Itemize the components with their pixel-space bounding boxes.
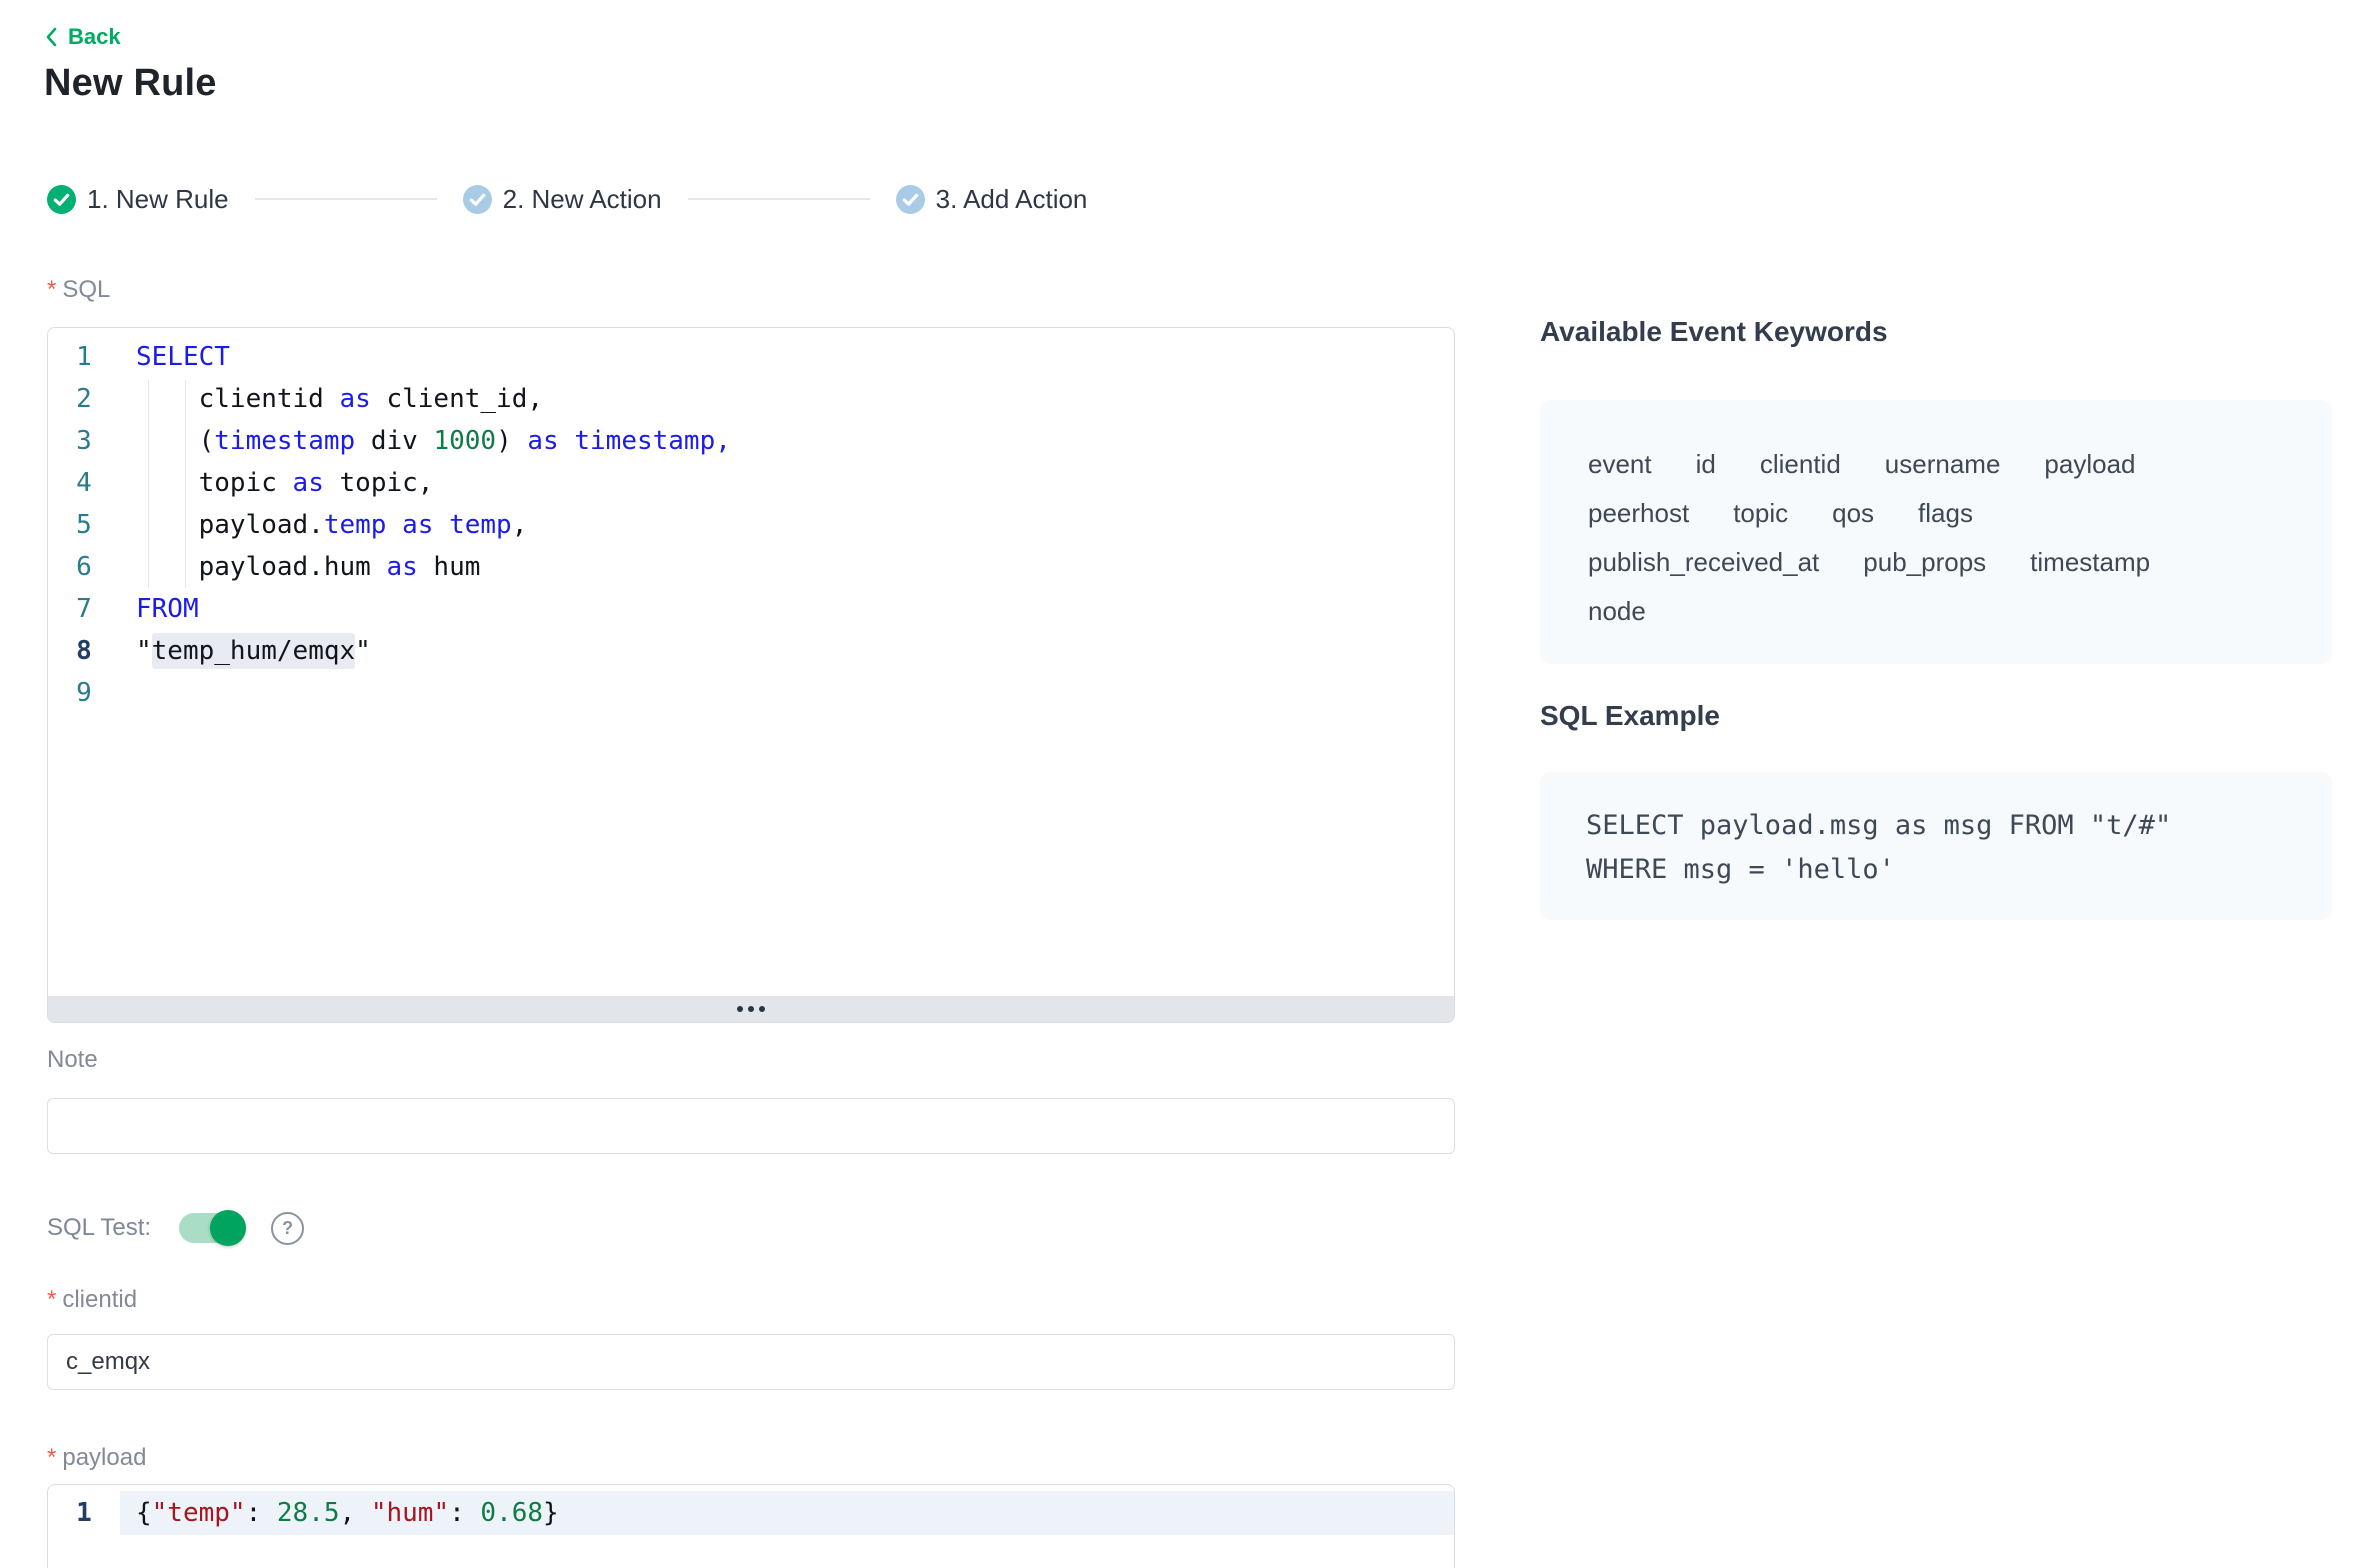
code-text: clientid as client_id,	[120, 378, 1454, 420]
steps-bar: 1. New Rule 2. New Action 3. Add Action	[47, 184, 1087, 214]
back-label: Back	[68, 24, 121, 50]
step-label: 3. Add Action	[936, 184, 1088, 215]
code-line[interactable]: 8"temp_hum/emqx"	[48, 630, 1454, 672]
code-line[interactable]: 5 payload.temp as temp,	[48, 504, 1454, 546]
line-number: 1	[48, 1491, 120, 1535]
page-title: New Rule	[44, 62, 217, 105]
event-keyword: username	[1885, 440, 2001, 489]
code-line[interactable]: 1{"temp": 28.5, "hum": 0.68}	[48, 1491, 1454, 1535]
code-line[interactable]: 3 (timestamp div 1000) as timestamp,	[48, 420, 1454, 462]
event-keyword: flags	[1918, 489, 1973, 538]
step-new-rule[interactable]: 1. New Rule	[47, 184, 229, 215]
back-button[interactable]: Back	[44, 24, 121, 50]
payload-code-editor[interactable]: 1{"temp": 28.5, "hum": 0.68}	[47, 1484, 1455, 1568]
code-text: payload.hum as hum	[120, 546, 1454, 588]
sql-field-label: *SQL	[47, 276, 110, 304]
code-line[interactable]: 4 topic as topic,	[48, 462, 1454, 504]
help-icon[interactable]: ?	[271, 1212, 304, 1245]
line-number: 2	[48, 378, 120, 420]
event-keyword: node	[1588, 587, 1646, 636]
indent-guide	[185, 380, 186, 588]
step-check-icon	[47, 185, 76, 214]
step-connector	[688, 198, 870, 200]
code-text: FROM	[120, 588, 1454, 630]
code-line[interactable]: 6 payload.hum as hum	[48, 546, 1454, 588]
sql-example-line: SELECT payload.msg as msg FROM "t/#"	[1586, 804, 2286, 848]
editor-resize-handle[interactable]	[48, 996, 1454, 1022]
sql-example-line: WHERE msg = 'hello'	[1586, 848, 2286, 892]
new-rule-page: Back New Rule 1. New Rule 2. New Action …	[0, 0, 2356, 1568]
line-number: 4	[48, 462, 120, 504]
code-line[interactable]: 9	[48, 672, 1454, 714]
back-chevron-icon	[44, 25, 59, 49]
event-keyword: id	[1696, 440, 1716, 489]
sql-code-lines[interactable]: 1SELECT2 clientid as client_id,3 (timest…	[48, 328, 1454, 996]
event-keyword: timestamp	[2030, 538, 2150, 587]
step-label: 1. New Rule	[87, 184, 229, 215]
code-line[interactable]: 7FROM	[48, 588, 1454, 630]
sql-test-label: SQL Test:	[47, 1214, 151, 1242]
required-asterisk: *	[47, 276, 56, 303]
line-number: 1	[48, 336, 120, 378]
event-keyword: qos	[1832, 489, 1874, 538]
clientid-field-label: *clientid	[47, 1286, 137, 1314]
step-add-action[interactable]: 3. Add Action	[896, 184, 1088, 215]
code-line[interactable]: 2 clientid as client_id,	[48, 378, 1454, 420]
step-new-action[interactable]: 2. New Action	[463, 184, 662, 215]
sql-example-title: SQL Example	[1540, 700, 1720, 732]
line-number: 8	[48, 630, 120, 672]
event-keyword: topic	[1733, 489, 1788, 538]
event-keywords-box: eventid clientid username payload peerhost to…	[1540, 400, 2332, 664]
note-input[interactable]	[47, 1098, 1455, 1154]
code-text: topic as topic,	[120, 462, 1454, 504]
payload-code-lines[interactable]: 1{"temp": 28.5, "hum": 0.68}	[48, 1485, 1454, 1568]
code-text: SELECT	[120, 336, 1454, 378]
required-asterisk: *	[47, 1444, 56, 1471]
sql-test-row: SQL Test: ?	[47, 1208, 304, 1248]
step-connector	[255, 198, 437, 200]
code-text: payload.temp as temp,	[120, 504, 1454, 546]
event-keyword: event	[1588, 440, 1652, 489]
keywords-title: Available Event Keywords	[1540, 316, 1888, 348]
code-text: "temp_hum/emqx"	[120, 630, 1454, 672]
code-text: (timestamp div 1000) as timestamp,	[120, 420, 1454, 462]
step-label: 2. New Action	[503, 184, 662, 215]
event-keyword: publish_received_at	[1588, 538, 1819, 587]
step-check-icon	[463, 185, 492, 214]
event-keyword: pub_props	[1863, 538, 1986, 587]
line-number: 6	[48, 546, 120, 588]
note-field-label: Note	[47, 1046, 98, 1074]
code-line[interactable]: 1SELECT	[48, 336, 1454, 378]
line-number: 3	[48, 420, 120, 462]
line-number: 5	[48, 504, 120, 546]
code-text	[120, 672, 1454, 714]
toggle-thumb	[210, 1210, 246, 1246]
event-keyword: payload	[2044, 440, 2135, 489]
step-check-icon	[896, 185, 925, 214]
indent-guide	[148, 380, 149, 588]
sql-test-toggle[interactable]	[179, 1213, 243, 1243]
sql-example-box: SELECT payload.msg as msg FROM "t/#"WHER…	[1540, 772, 2332, 920]
clientid-input[interactable]	[47, 1334, 1455, 1390]
code-text: {"temp": 28.5, "hum": 0.68}	[120, 1491, 1454, 1535]
sql-code-editor[interactable]: 1SELECT2 clientid as client_id,3 (timest…	[47, 327, 1455, 1023]
line-number: 9	[48, 672, 120, 714]
required-asterisk: *	[47, 1286, 56, 1313]
event-keyword: clientid	[1760, 440, 1841, 489]
line-number: 7	[48, 588, 120, 630]
event-keyword: peerhost	[1588, 489, 1689, 538]
payload-field-label: *payload	[47, 1444, 146, 1472]
